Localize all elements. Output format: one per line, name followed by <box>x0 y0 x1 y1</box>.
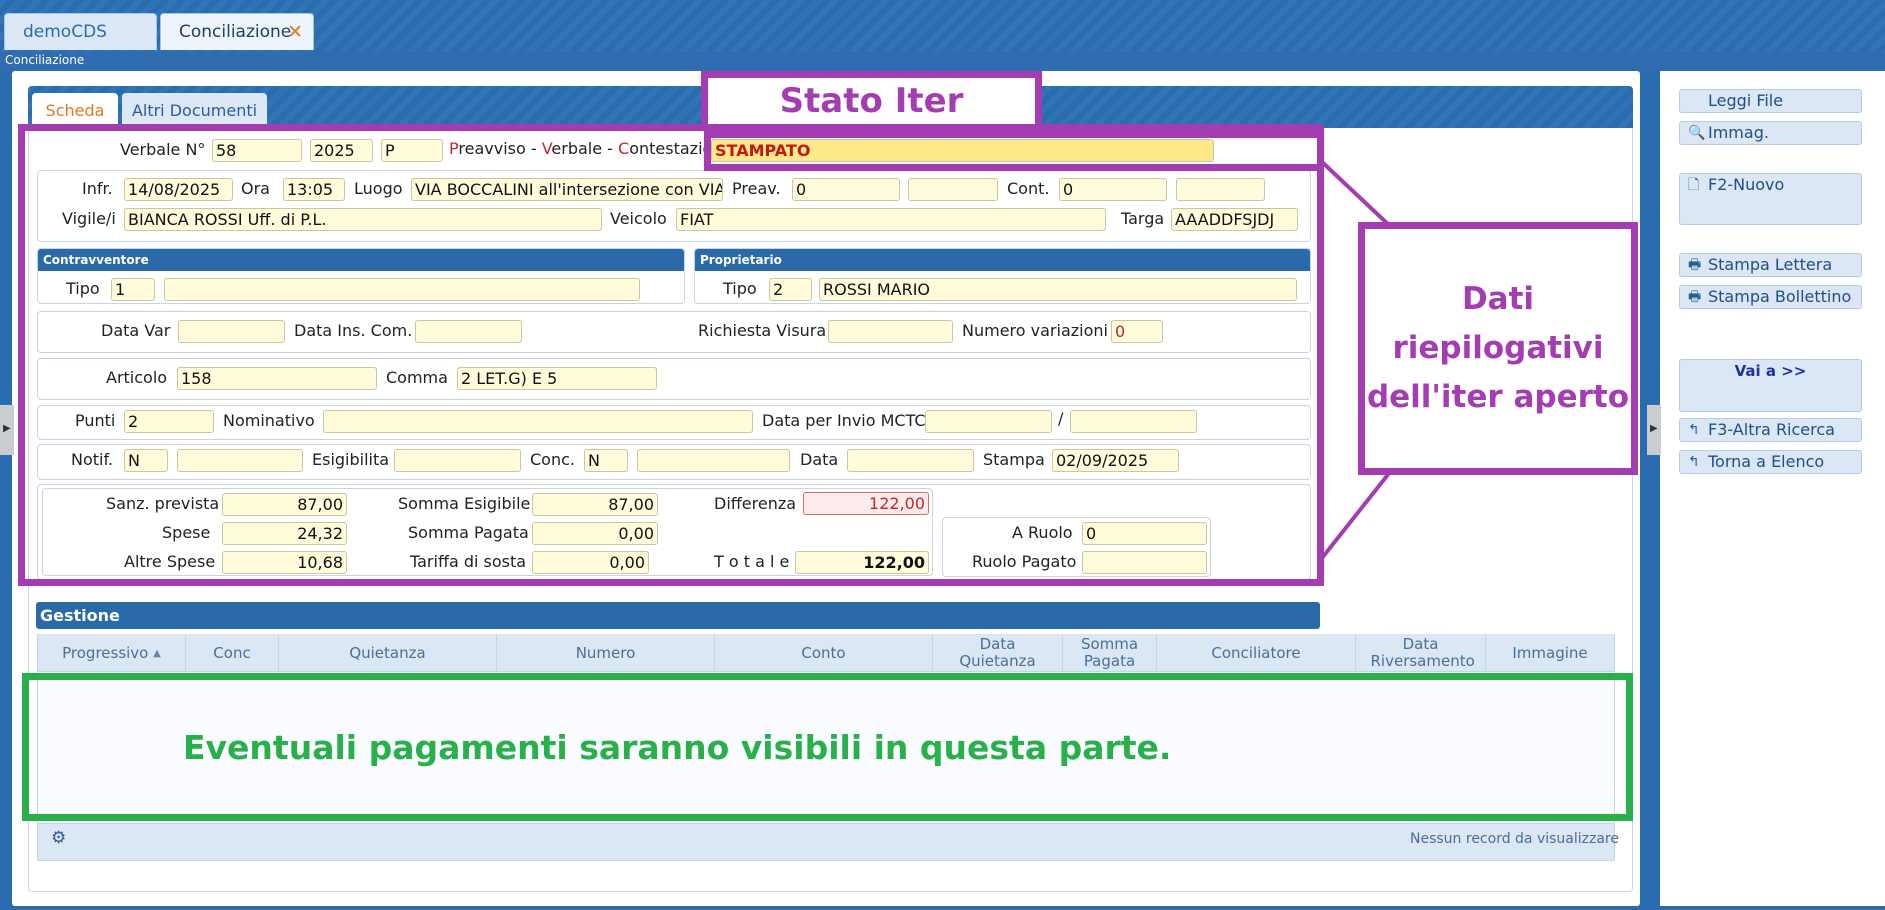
annotation-dati-frame <box>18 124 1324 586</box>
close-icon[interactable]: ✕ <box>287 14 303 50</box>
tab-scheda-label: Scheda <box>45 101 105 120</box>
gear-icon[interactable]: ⚙ <box>51 828 66 848</box>
right-collapse-handle[interactable] <box>1647 405 1661 455</box>
tab-conciliazione-label: Conciliazione <box>179 22 292 42</box>
annotation-stato-iter: Stato Iter <box>701 71 1042 131</box>
col-progressivo[interactable]: Progressivo ▲ <box>38 634 186 672</box>
gestione-footer <box>38 823 1614 860</box>
col-data-riversamento[interactable]: Data Riversamento <box>1356 634 1486 672</box>
col-numero[interactable]: Numero <box>497 634 715 672</box>
breadcrumb-bar: Conciliazione <box>0 52 1885 71</box>
annotation-dati-riepilogativi: Dati riepilogativi dell'iter aperto <box>1358 222 1638 475</box>
breadcrumb: Conciliazione <box>5 53 85 67</box>
tab-conciliazione[interactable]: Conciliazione ✕ <box>160 13 314 50</box>
immag-button[interactable]: 🔍 Immag. <box>1679 121 1862 145</box>
printer-icon: 🖶 <box>1688 289 1702 305</box>
col-data-quietanza[interactable]: Data Quietanza <box>933 634 1063 672</box>
new-document-icon: 🗋 <box>1688 177 1700 193</box>
empty-records-text: Nessun record da visualizzare <box>1410 831 1619 847</box>
vai-a-button[interactable]: Vai a >> <box>1679 359 1862 412</box>
torna-a-elenco-button[interactable]: ↰ Torna a Elenco <box>1679 450 1862 474</box>
tab-altri-documenti-label: Altri Documenti <box>131 101 258 120</box>
sort-icon[interactable]: ▲ <box>153 645 161 662</box>
f2-nuovo-button[interactable]: 🗋 F2-Nuovo <box>1679 173 1862 225</box>
annotation-stato-frame <box>704 131 1324 171</box>
col-quietanza[interactable]: Quietanza <box>279 634 497 672</box>
col-somma-pagata[interactable]: Somma Pagata <box>1063 634 1157 672</box>
f3-altra-ricerca-button[interactable]: ↰ F3-Altra Ricerca <box>1679 418 1862 442</box>
tab-home[interactable]: demoCDS Home <box>4 13 157 78</box>
col-conciliatore[interactable]: Conciliatore <box>1157 634 1356 672</box>
annotation-pagamenti: Eventuali pagamenti saranno visibili in … <box>183 728 1172 767</box>
search-icon: 🔍 <box>1688 125 1706 141</box>
gestione-title: Gestione <box>36 602 1320 629</box>
col-conto[interactable]: Conto <box>715 634 933 672</box>
back-arrow-icon: ↰ <box>1688 454 1700 470</box>
printer-icon: 🖶 <box>1688 257 1702 273</box>
stampa-lettera-button[interactable]: 🖶 Stampa Lettera <box>1679 253 1862 277</box>
col-conc[interactable]: Conc <box>186 634 279 672</box>
back-arrow-icon: ↰ <box>1688 422 1700 438</box>
leggi-file-button[interactable]: Leggi File <box>1679 89 1862 113</box>
stampa-bollettino-button[interactable]: 🖶 Stampa Bollettino <box>1679 285 1862 309</box>
col-immagine[interactable]: Immagine <box>1486 634 1614 672</box>
left-collapse-handle[interactable] <box>0 405 14 455</box>
